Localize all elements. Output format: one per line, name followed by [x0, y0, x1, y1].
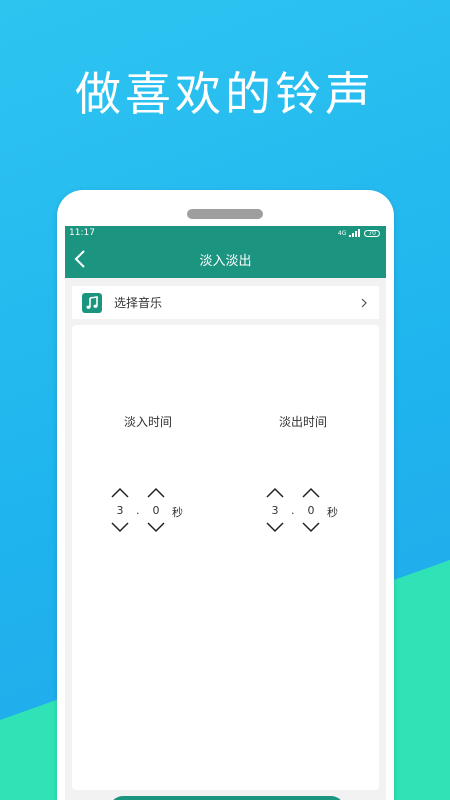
fade-out-digit1-up-icon[interactable] [265, 487, 285, 499]
fade-out-separator: . [291, 504, 295, 517]
app-bar: 淡入淡出 [65, 240, 386, 278]
fade-in-digit2-down-icon[interactable] [146, 521, 166, 533]
status-bar: 11:17 4G 70 [65, 226, 386, 240]
fade-out-picker: 3 . 0 秒 [263, 487, 353, 537]
fade-in-digit1-down-icon[interactable] [110, 521, 130, 533]
phone-screen: 11:17 4G 70 淡入淡出 选择音乐 淡入时间 3 . 0 秒 淡出时间 … [65, 226, 386, 800]
phone-speaker [187, 209, 263, 219]
fade-out-digit2: 0 [307, 504, 315, 517]
fade-out-unit: 秒 [327, 506, 338, 519]
battery-icon: 70 [364, 229, 380, 237]
select-music-label: 选择音乐 [114, 296, 163, 310]
fade-in-separator: . [136, 504, 140, 517]
network-label: 4G [337, 229, 347, 237]
music-note-icon [82, 292, 102, 313]
fade-out-digit1: 3 [271, 504, 279, 517]
status-indicators: 4G 70 [338, 229, 380, 237]
headline: 做喜欢的铃声 [75, 67, 375, 121]
status-time: 11:17 [69, 228, 95, 238]
save-button[interactable]: 保存 [109, 796, 345, 800]
fade-out-label: 淡出时间 [278, 415, 327, 429]
fade-out-digit1-down-icon[interactable] [265, 521, 285, 533]
fade-in-digit2-up-icon[interactable] [146, 487, 166, 499]
fade-in-digit2: 0 [152, 504, 160, 517]
fade-out-digit2-down-icon[interactable] [301, 521, 321, 533]
phone-frame: 11:17 4G 70 淡入淡出 选择音乐 淡入时间 3 . 0 秒 淡出时间 … [57, 190, 394, 800]
select-music-row[interactable]: 选择音乐 [72, 286, 379, 319]
fade-in-unit: 秒 [172, 506, 183, 519]
fade-in-digit1: 3 [116, 504, 124, 517]
fade-in-digit1-up-icon[interactable] [110, 487, 130, 499]
fade-settings-panel: 淡入时间 3 . 0 秒 淡出时间 3 . 0 秒 [72, 325, 379, 790]
chevron-left-icon[interactable] [71, 248, 91, 270]
signal-icon [349, 229, 361, 237]
page-title: 淡入淡出 [199, 253, 252, 269]
chevron-right-icon [361, 298, 367, 307]
fade-in-label: 淡入时间 [123, 415, 172, 429]
fade-in-picker: 3 . 0 秒 [108, 487, 198, 537]
fade-out-digit2-up-icon[interactable] [301, 487, 321, 499]
